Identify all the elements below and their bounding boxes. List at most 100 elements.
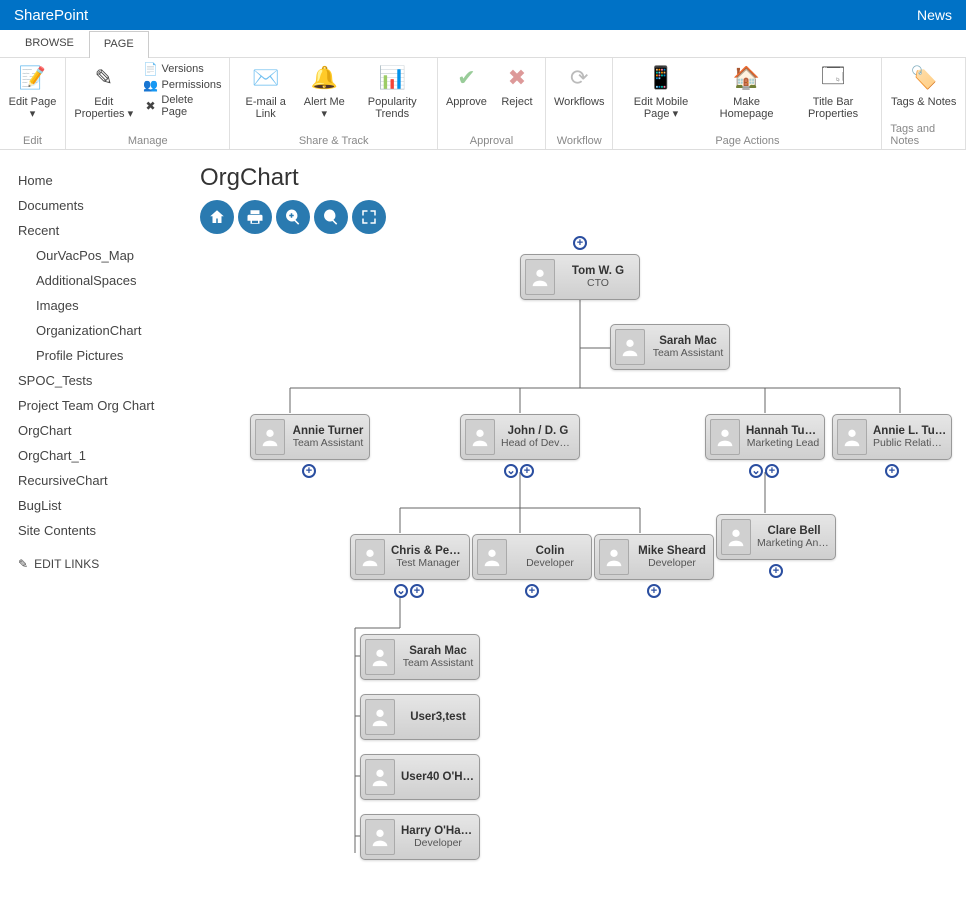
node-hannah[interactable]: Hannah TurnerMarketing Lead bbox=[705, 414, 825, 460]
expand-anniel[interactable]: + bbox=[885, 464, 899, 478]
permissions-icon: 👥 bbox=[144, 78, 158, 92]
edit-page-button[interactable]: 📝 Edit Page ▾ bbox=[8, 62, 57, 120]
avatar-sarah1 bbox=[615, 329, 645, 365]
expand-colin[interactable]: + bbox=[525, 584, 539, 598]
plus-icon: + bbox=[889, 466, 895, 477]
nav-recent[interactable]: Recent bbox=[18, 218, 188, 243]
versions-icon: 📄 bbox=[144, 62, 158, 76]
nav-home[interactable]: Home bbox=[18, 168, 188, 193]
tags-icon: 🏷️ bbox=[908, 62, 940, 94]
avatar-clare bbox=[721, 519, 751, 555]
nav-orgchart[interactable]: OrgChart bbox=[18, 418, 188, 443]
avatar-john bbox=[465, 419, 495, 455]
node-sarah2[interactable]: Sarah MacTeam Assistant bbox=[360, 634, 480, 680]
nav-images[interactable]: Images bbox=[18, 293, 188, 318]
nav-documents[interactable]: Documents bbox=[18, 193, 188, 218]
expand-chris[interactable]: + bbox=[410, 584, 424, 598]
ribbon-group-workflow-title: Workflow bbox=[557, 135, 602, 147]
ribbon-group-edit-title: Edit bbox=[23, 135, 42, 147]
node-mike[interactable]: Mike SheardDeveloper bbox=[594, 534, 714, 580]
collapse-john[interactable]: ⌄ bbox=[504, 464, 518, 478]
workflows-button[interactable]: ⟳Workflows bbox=[554, 62, 605, 108]
chart-zoom-out-button[interactable] bbox=[314, 200, 348, 234]
node-clare[interactable]: Clare BellMarketing Analyst bbox=[716, 514, 836, 560]
node-sarah-assistant[interactable]: Sarah MacTeam Assistant bbox=[610, 324, 730, 370]
ribbon-group-manage-title: Manage bbox=[128, 135, 168, 147]
avatar-user40 bbox=[365, 759, 395, 795]
avatar-chris bbox=[355, 539, 385, 575]
node-chris[interactable]: Chris & Pers\onTest Manager bbox=[350, 534, 470, 580]
ribbon-group-manage: ✎ Edit Properties ▾ 📄Versions 👥Permissio… bbox=[66, 58, 230, 149]
edit-properties-button[interactable]: ✎ Edit Properties ▾ bbox=[74, 62, 134, 120]
ribbon-group-page-actions: 📱Edit Mobile Page ▾ 🏠Make Homepage 🗔Titl… bbox=[613, 58, 882, 149]
edit-properties-icon: ✎ bbox=[88, 62, 120, 94]
avatar-mike bbox=[599, 539, 629, 575]
ribbon-group-workflow: ⟳Workflows Workflow bbox=[546, 58, 614, 149]
collapse-hannah[interactable]: ⌄ bbox=[749, 464, 763, 478]
node-harry[interactable]: Harry O'Hair O'connorDeveloper bbox=[360, 814, 480, 860]
node-anniel[interactable]: Annie L. TurnerPublic Relations bbox=[832, 414, 952, 460]
ribbon-group-tags-title: Tags and Notes bbox=[890, 123, 957, 147]
expand-mike[interactable]: + bbox=[647, 584, 661, 598]
expand-up-tom[interactable]: + bbox=[573, 236, 587, 250]
top-bar: SharePoint News bbox=[0, 0, 966, 30]
nav-recursivechart[interactable]: RecursiveChart bbox=[18, 468, 188, 493]
node-colin[interactable]: ColinDeveloper bbox=[472, 534, 592, 580]
popularity-button[interactable]: 📊Popularity Trends bbox=[356, 62, 429, 120]
node-user40[interactable]: User40 O'Hair bbox=[360, 754, 480, 800]
mobile-icon: 📱 bbox=[645, 62, 677, 94]
chart-zoom-in-button[interactable] bbox=[276, 200, 310, 234]
expand-hannah[interactable]: + bbox=[765, 464, 779, 478]
orgchart-canvas: + Tom W. GCTO Sarah MacTeam Assistant An… bbox=[200, 238, 960, 898]
nav-orgchart-1[interactable]: OrgChart_1 bbox=[18, 443, 188, 468]
nav-buglist[interactable]: BugList bbox=[18, 493, 188, 518]
approve-button[interactable]: ✔Approve bbox=[446, 62, 487, 108]
tags-notes-button[interactable]: 🏷️Tags & Notes bbox=[891, 62, 956, 108]
permissions-button[interactable]: 👥Permissions bbox=[144, 78, 222, 92]
expand-clare[interactable]: + bbox=[769, 564, 783, 578]
chart-home-button[interactable] bbox=[200, 200, 234, 234]
edit-links-button[interactable]: ✎ EDIT LINKS bbox=[18, 557, 188, 571]
node-annie[interactable]: Annie TurnerTeam Assistant bbox=[250, 414, 370, 460]
node-user3[interactable]: User3,test bbox=[360, 694, 480, 740]
collapse-chris[interactable]: ⌄ bbox=[394, 584, 408, 598]
plus-icon: + bbox=[529, 586, 535, 597]
avatar-annie bbox=[255, 419, 285, 455]
nav-additionalspaces[interactable]: AdditionalSpaces bbox=[18, 268, 188, 293]
delete-icon: ✖ bbox=[144, 99, 158, 113]
nav-project-team-org[interactable]: Project Team Org Chart bbox=[18, 393, 188, 418]
chart-print-button[interactable] bbox=[238, 200, 272, 234]
newsfeed-link[interactable]: News bbox=[917, 7, 952, 23]
nav-profilepictures[interactable]: Profile Pictures bbox=[18, 343, 188, 368]
nav-sitecontents[interactable]: Site Contents bbox=[18, 518, 188, 543]
alert-me-button[interactable]: 🔔Alert Me ▾ bbox=[303, 62, 346, 120]
delete-page-button[interactable]: ✖Delete Page bbox=[144, 94, 222, 118]
ribbon-group-share: ✉️E-mail a Link 🔔Alert Me ▾ 📊Popularity … bbox=[230, 58, 438, 149]
make-homepage-button[interactable]: 🏠Make Homepage bbox=[711, 62, 783, 120]
plus-icon: + bbox=[651, 586, 657, 597]
tab-page[interactable]: PAGE bbox=[89, 31, 149, 58]
node-john[interactable]: John / D. GHead of Development bbox=[460, 414, 580, 460]
titlebar-button[interactable]: 🗔Title Bar Properties bbox=[793, 62, 874, 120]
plus-icon: + bbox=[306, 466, 312, 477]
reject-icon: ✖ bbox=[501, 62, 533, 94]
expand-annie[interactable]: + bbox=[302, 464, 316, 478]
ribbon: 📝 Edit Page ▾ Edit ✎ Edit Properties ▾ 📄… bbox=[0, 58, 966, 150]
chart-fullscreen-button[interactable] bbox=[352, 200, 386, 234]
reject-button[interactable]: ✖Reject bbox=[497, 62, 537, 108]
avatar-sarah2 bbox=[365, 639, 395, 675]
nav-ourvacpos[interactable]: OurVacPos_Map bbox=[18, 243, 188, 268]
down-arrow-icon: ⌄ bbox=[396, 586, 405, 597]
plus-icon: + bbox=[577, 238, 583, 249]
node-tom[interactable]: Tom W. GCTO bbox=[520, 254, 640, 300]
avatar-harry bbox=[365, 819, 395, 855]
tab-browse[interactable]: BROWSE bbox=[10, 30, 89, 57]
email-link-button[interactable]: ✉️E-mail a Link bbox=[238, 62, 293, 120]
edit-mobile-button[interactable]: 📱Edit Mobile Page ▾ bbox=[621, 62, 700, 120]
down-arrow-icon: ⌄ bbox=[751, 466, 760, 477]
expand-john[interactable]: + bbox=[520, 464, 534, 478]
versions-button[interactable]: 📄Versions bbox=[144, 62, 204, 76]
nav-organizationchart[interactable]: OrganizationChart bbox=[18, 318, 188, 343]
nav-spoc-tests[interactable]: SPOC_Tests bbox=[18, 368, 188, 393]
ribbon-group-tags: 🏷️Tags & Notes Tags and Notes bbox=[882, 58, 966, 149]
